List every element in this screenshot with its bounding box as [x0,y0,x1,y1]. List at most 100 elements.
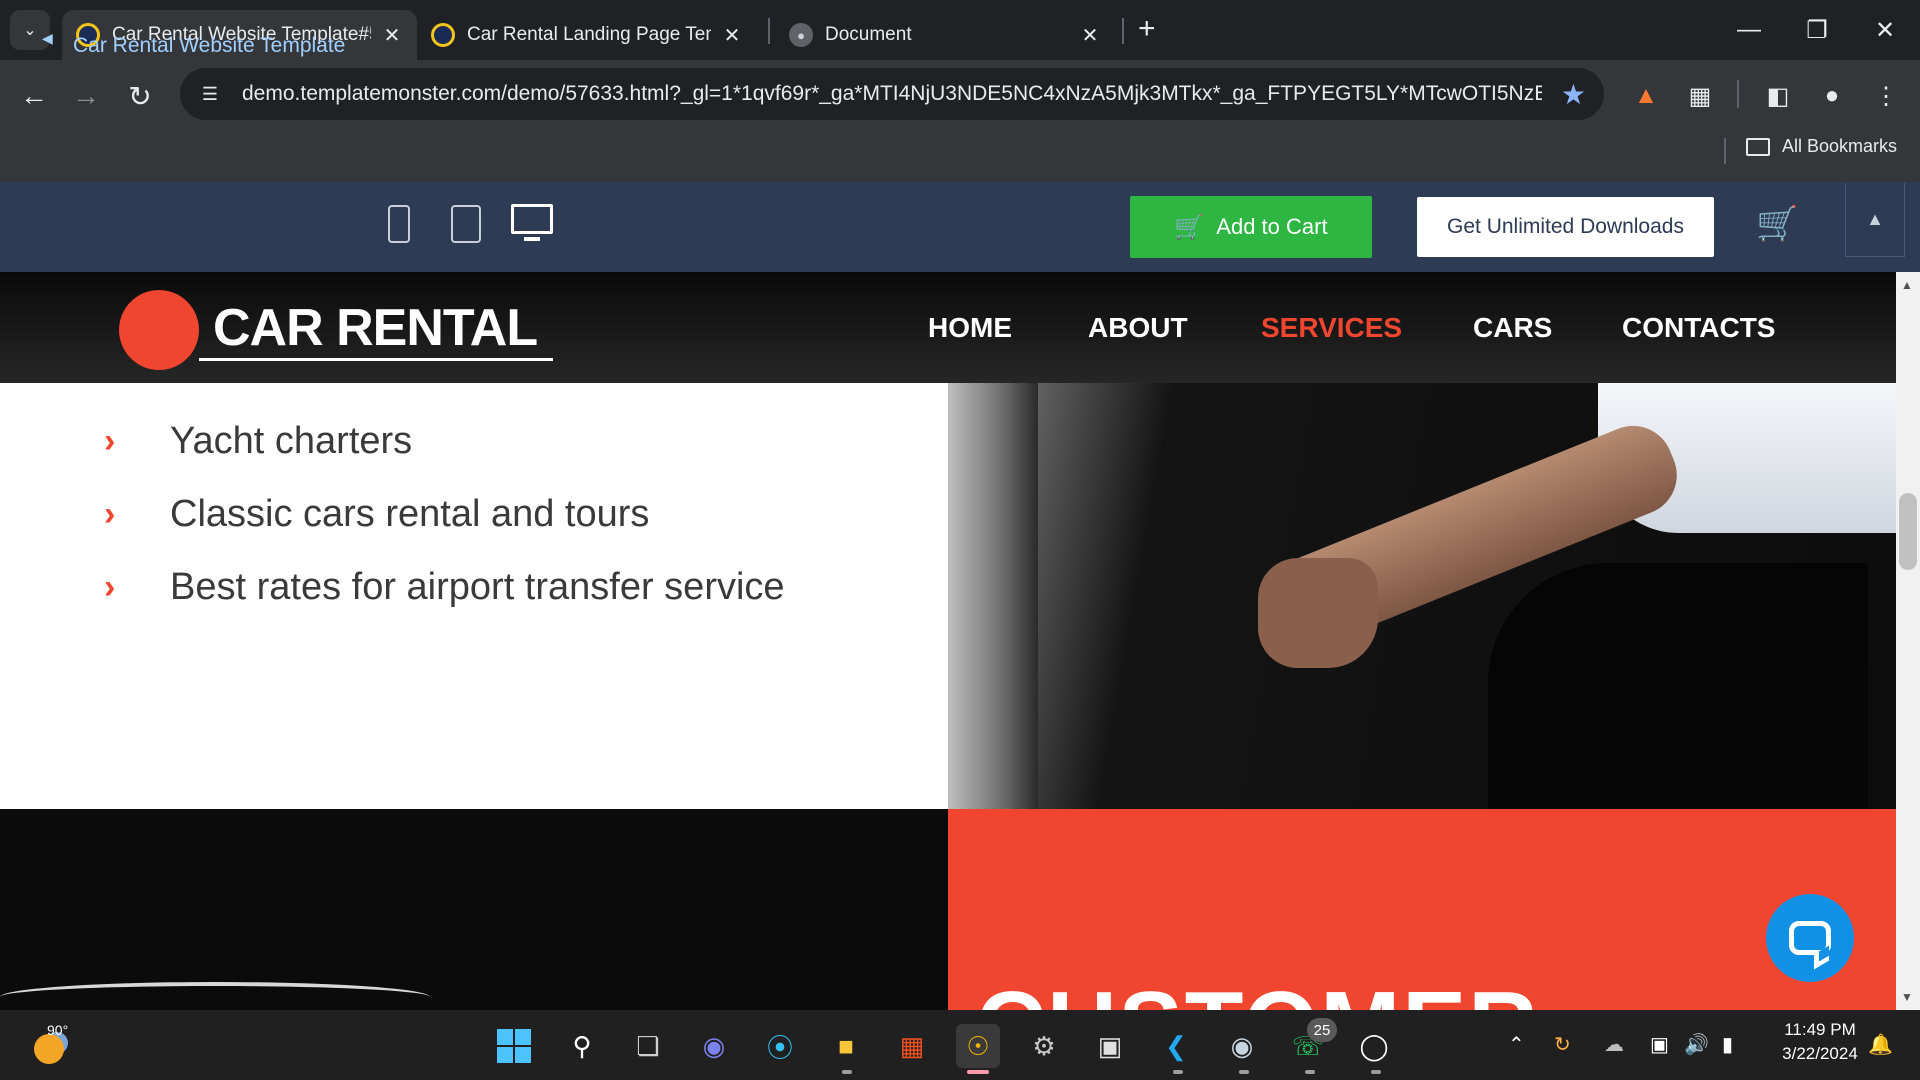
minimize-button[interactable]: — [1724,8,1774,52]
vscode-icon[interactable]: ❮ [1154,1024,1198,1068]
nav-contacts[interactable]: CONTACTS [1622,312,1775,344]
extension-fire-icon[interactable]: ▲ [1626,76,1666,116]
search-icon[interactable]: ⚲ [560,1024,604,1068]
steam-icon[interactable]: ◉ [1220,1024,1264,1068]
nav-cars[interactable]: CARS [1473,312,1552,344]
site-header: CAR RENTAL HOME ABOUT SERVICES CARS CONT… [0,272,1896,383]
close-icon[interactable]: ✕ [1079,23,1101,48]
nav-home[interactable]: HOME [928,312,1012,344]
list-item: › Classic cars rental and tours [104,493,649,536]
tab-document[interactable]: ● Document ✕ [775,10,1115,60]
driver-photo [948,383,1896,809]
chevron-down-icon: ⌄ [23,22,37,39]
clock-time[interactable]: 11:49 PM [1780,1020,1860,1040]
running-indicator [842,1070,852,1074]
mobile-view-icon[interactable] [388,205,410,243]
url-text[interactable]: demo.templatemonster.com/demo/57633.html… [242,82,1542,106]
all-bookmarks-button[interactable]: All Bookmarks [1746,136,1897,157]
app-ring-icon[interactable]: ◯ [1352,1024,1396,1068]
window-close-button[interactable]: ✕ [1860,8,1910,52]
chevron-right-icon: › [104,568,116,606]
bookmarks-separator [1724,138,1726,164]
all-bookmarks-label: All Bookmarks [1782,136,1898,156]
start-button[interactable] [492,1024,536,1068]
kebab-menu-icon[interactable]: ⋮ [1866,76,1906,116]
running-indicator [1371,1070,1381,1074]
reload-button[interactable]: ↻ [120,76,160,116]
profile-icon[interactable]: ● [1812,76,1852,116]
chevron-right-icon: › [104,495,116,533]
network-icon[interactable]: ▣ [1650,1032,1669,1057]
website-viewport: › Yacht charters › Classic cars rental a… [0,272,1896,1010]
cart-icon: 🛒 [1174,213,1205,241]
teams-chat-icon[interactable]: ◉ [692,1024,736,1068]
chevron-up-icon[interactable]: ⌃ [1508,1032,1525,1057]
car-roof-highlight [0,982,430,1010]
arrow-right-icon: → [72,80,100,111]
close-icon[interactable]: ✕ [381,23,403,48]
active-indicator [967,1070,989,1074]
onedrive-icon[interactable]: ☁ [1604,1032,1624,1057]
side-panel-icon[interactable]: ◧ [1758,76,1798,116]
restore-button[interactable]: ❐ [1792,8,1842,52]
tab-title: Document [825,24,912,45]
chrome-icon[interactable]: ☉ [956,1024,1000,1068]
tab-title: Car Rental Landing Page Templa [467,24,711,45]
tab-separator [768,18,770,44]
photo-seat [948,383,1038,809]
close-icon[interactable]: ✕ [721,23,743,48]
volume-icon[interactable]: 🔊 [1684,1032,1709,1057]
edge-icon[interactable]: ⦿ [758,1024,802,1068]
tune-icon[interactable]: ☰ [194,78,226,110]
cart-icon[interactable]: 🛒 [1756,204,1798,244]
demo-back-link[interactable]: Car Rental Website Template [73,34,345,58]
photo-leg [1488,563,1868,809]
site-logo[interactable]: CAR RENTAL [213,298,538,358]
section-heading: CUSTOMER [976,971,1540,1010]
unlimited-downloads-button[interactable]: Get Unlimited Downloads [1417,197,1714,257]
caret-up-icon: ▲ [1866,209,1884,229]
service-text: Classic cars rental and tours [170,493,650,535]
collapse-bar-button[interactable]: ▲ [1845,183,1905,257]
address-bar[interactable]: ☰ demo.templatemonster.com/demo/57633.ht… [180,68,1604,120]
clock-date[interactable]: 3/22/2024 [1770,1044,1870,1064]
tablet-view-icon[interactable] [451,205,481,243]
tab-car-rental-landing[interactable]: Car Rental Landing Page Templa ✕ [417,10,757,60]
arrow-left-icon: ← [20,80,48,111]
scroll-up-arrow-icon[interactable]: ▲ [1901,278,1913,292]
sync-icon[interactable]: ↻ [1554,1032,1571,1057]
templatemonster-favicon-icon [431,23,455,47]
logo-dot[interactable] [119,290,199,370]
scroll-down-arrow-icon[interactable]: ▼ [1901,990,1913,1004]
chevron-right-icon: › [104,422,116,460]
windows-logo-icon [497,1029,531,1063]
task-view-icon[interactable]: ❏ [626,1024,670,1068]
scrollbar-thumb[interactable] [1899,493,1917,570]
star-icon[interactable]: ★ [1561,78,1586,111]
file-explorer-icon[interactable]: ■ [824,1024,868,1068]
forward-button[interactable]: → [66,76,106,116]
logo-underline [199,358,553,361]
chat-bubble-icon [1789,921,1831,955]
running-indicator [1173,1070,1183,1074]
battery-icon[interactable]: ▮ [1722,1032,1733,1057]
nav-services[interactable]: SERVICES [1261,312,1402,344]
fifa-game-icon[interactable]: ▣ [1088,1024,1132,1068]
notification-bell-icon[interactable]: 🔔 [1868,1032,1893,1057]
chat-button[interactable] [1766,894,1854,982]
running-indicator [1239,1070,1249,1074]
service-text: Yacht charters [170,420,413,462]
add-to-cart-button[interactable]: 🛒 Add to Cart [1130,196,1372,258]
pes-game-icon[interactable]: ⚙ [1022,1024,1066,1068]
back-button[interactable]: ← [14,76,54,116]
desktop-stand [524,237,540,241]
caret-left-icon[interactable]: ◀ [42,30,53,47]
nav-about[interactable]: ABOUT [1088,312,1188,344]
new-tab-button[interactable]: + [1138,12,1156,46]
desktop-view-icon[interactable] [511,204,553,234]
page-scrollbar[interactable] [1896,272,1920,1010]
weather-icon[interactable] [34,1034,64,1064]
microsoft-store-icon[interactable]: ▦ [890,1024,934,1068]
weather-temperature[interactable]: 90° [47,1022,68,1038]
puzzle-icon[interactable]: ▦ [1680,76,1720,116]
